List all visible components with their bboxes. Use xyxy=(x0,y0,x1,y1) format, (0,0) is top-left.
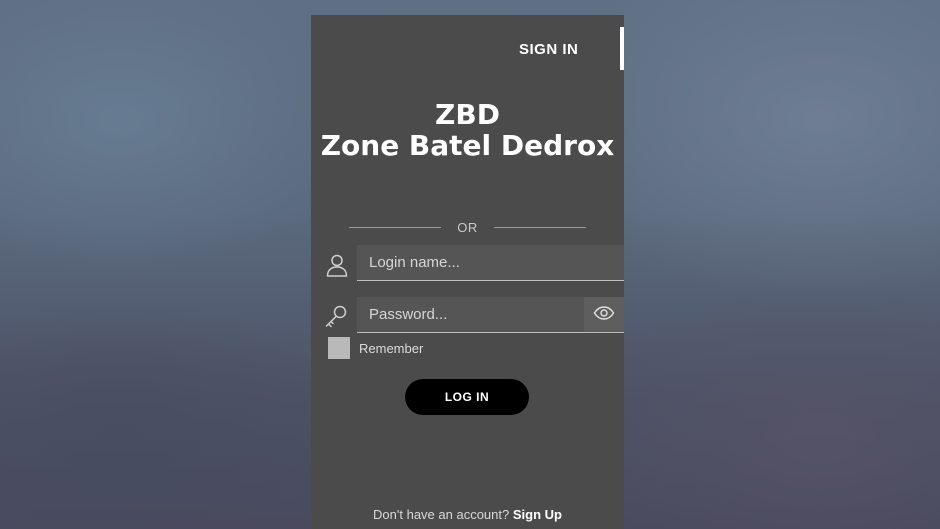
password-input[interactable] xyxy=(369,297,569,332)
login-name-input[interactable] xyxy=(369,245,609,280)
signup-prompt: Don't have an account? Sign Up xyxy=(311,507,624,522)
key-icon xyxy=(323,304,349,330)
eye-icon xyxy=(593,305,615,324)
remember-label: Remember xyxy=(359,340,424,356)
or-divider: OR xyxy=(349,219,586,237)
login-name-field xyxy=(357,245,624,281)
remember-checkbox[interactable] xyxy=(328,337,350,359)
signup-prompt-text: Don't have an account? xyxy=(373,507,510,522)
brand-name: Zone Batel Dedrox xyxy=(320,129,615,162)
user-icon xyxy=(324,252,350,278)
remember-row: Remember xyxy=(328,337,423,359)
toggle-password-visibility-button[interactable] xyxy=(584,297,624,332)
divider-line-right xyxy=(494,227,586,228)
login-button[interactable]: LOG IN xyxy=(405,379,529,415)
login-panel: SIGN IN ZBD Zone Batel Dedrox OR Login n… xyxy=(311,15,624,529)
sign-up-link[interactable]: Sign Up xyxy=(513,507,562,522)
password-field xyxy=(357,297,624,333)
brand-abbreviation: ZBD xyxy=(435,98,500,131)
tab-sign-in[interactable]: SIGN IN xyxy=(519,41,578,58)
active-tab-indicator xyxy=(620,27,624,70)
